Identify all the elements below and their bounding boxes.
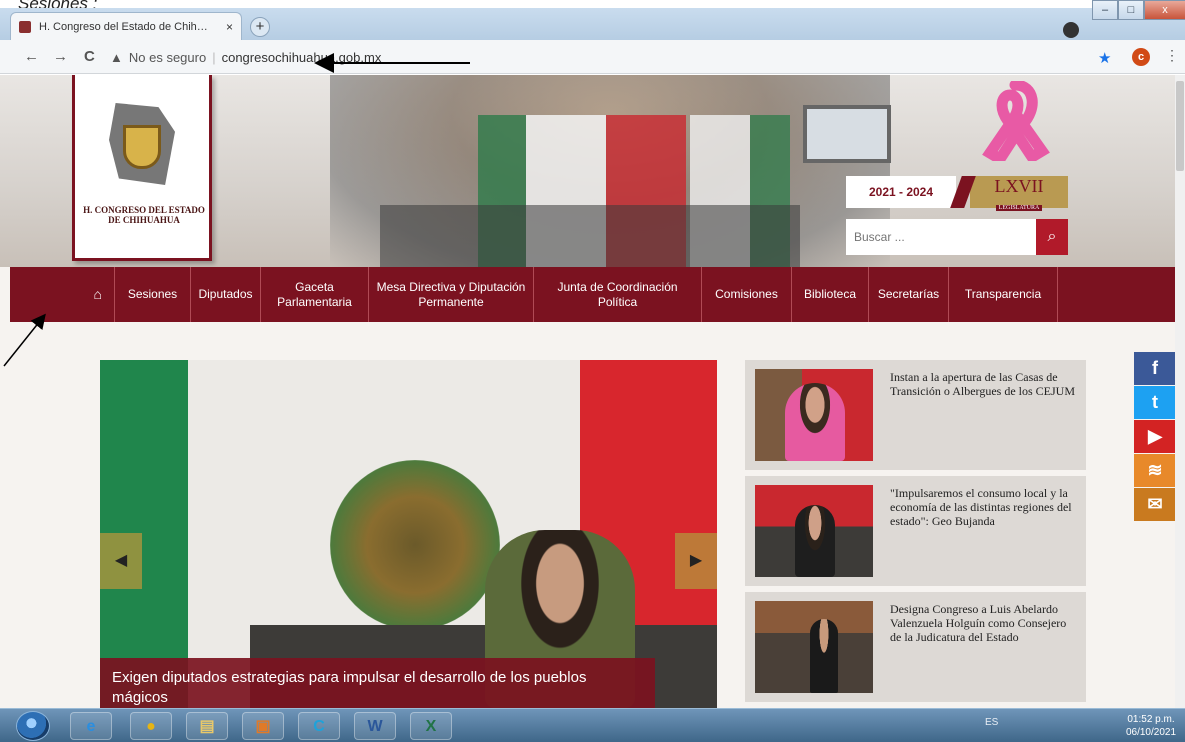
new-tab-button[interactable]: + bbox=[250, 17, 270, 37]
excel-icon[interactable]: X bbox=[410, 712, 452, 740]
powerpoint-icon[interactable]: ▣ bbox=[242, 712, 284, 740]
bookmark-star-icon[interactable]: ★ bbox=[1098, 49, 1111, 67]
url-text[interactable]: congresochihuahua.gob.mx bbox=[222, 50, 382, 65]
security-status[interactable]: No es seguro bbox=[129, 50, 206, 65]
screenshot-root: Sesiones : H. Congreso del Estado de Chi… bbox=[0, 0, 1185, 742]
search-input[interactable] bbox=[846, 219, 1036, 255]
nav-item-junta[interactable]: Junta de Coordinación Política bbox=[534, 267, 702, 322]
nav-item-diputados[interactable]: Diputados bbox=[191, 267, 261, 322]
nav-item-mesa-directiva[interactable]: Mesa Directiva y Diputación Permanente bbox=[369, 267, 534, 322]
maximize-button[interactable]: □ bbox=[1118, 0, 1144, 20]
news-thumbnail[interactable] bbox=[755, 485, 873, 577]
slider-prev-button[interactable]: ◀ bbox=[100, 533, 142, 589]
extension-icon[interactable] bbox=[1063, 22, 1079, 38]
nav-item-biblioteca[interactable]: Biblioteca bbox=[792, 267, 869, 322]
chamber-seats bbox=[380, 205, 800, 267]
nav-item-sesiones[interactable]: Sesiones bbox=[115, 267, 191, 322]
start-button[interactable] bbox=[16, 711, 50, 741]
close-window-button[interactable]: x bbox=[1144, 0, 1185, 20]
news-photo-person bbox=[810, 619, 838, 693]
website-viewport: H. CONGRESO DEL ESTADO DE CHIHUAHUA 2021… bbox=[0, 75, 1185, 708]
address-bar[interactable]: ▲ No es seguro | congresochihuahua.gob.m… bbox=[110, 46, 1070, 68]
congress-logo[interactable]: H. CONGRESO DEL ESTADO DE CHIHUAHUA bbox=[72, 75, 212, 261]
news-thumbnail[interactable] bbox=[755, 601, 873, 693]
legislatura-badge: 2021 - 2024 LXVII LEGISLATURA bbox=[846, 176, 1068, 211]
nav-item-secretarias[interactable]: Secretarías bbox=[869, 267, 949, 322]
facebook-icon[interactable]: f bbox=[1134, 352, 1176, 385]
news-title[interactable]: Designa Congreso a Luis Abelardo Valenzu… bbox=[890, 602, 1075, 644]
browser-menu-icon[interactable]: ⋮ bbox=[1165, 47, 1179, 64]
news-card[interactable]: Designa Congreso a Luis Abelardo Valenzu… bbox=[745, 592, 1086, 702]
tab-close-icon[interactable]: × bbox=[226, 20, 233, 34]
nav-item-transparencia[interactable]: Transparencia bbox=[949, 267, 1058, 322]
news-card[interactable]: "Impulsaremos el consumo local y la econ… bbox=[745, 476, 1086, 586]
word-icon[interactable]: W bbox=[354, 712, 396, 740]
pink-ribbon-icon bbox=[982, 81, 1050, 161]
youtube-icon[interactable]: ▶ bbox=[1134, 420, 1176, 453]
system-clock[interactable]: 01:52 p.m. 06/10/2021 bbox=[1125, 713, 1177, 739]
site-favicon-icon bbox=[19, 20, 31, 33]
news-title[interactable]: "Impulsaremos el consumo local y la econ… bbox=[890, 486, 1075, 528]
clock-time: 01:52 p.m. bbox=[1127, 714, 1175, 725]
news-title[interactable]: Instan a la apertura de las Casas de Tra… bbox=[890, 370, 1075, 398]
minimize-button[interactable]: – bbox=[1092, 0, 1118, 20]
news-thumbnail[interactable] bbox=[755, 369, 873, 461]
legislatura-label: LEGISLATURA bbox=[995, 205, 1043, 211]
scrollbar-thumb[interactable] bbox=[1176, 81, 1184, 171]
browser-tabbar: H. Congreso del Estado de Chih… × + bbox=[0, 8, 1185, 40]
edge-icon[interactable]: C bbox=[298, 712, 340, 740]
legislatura-number-box: LXVII LEGISLATURA bbox=[970, 176, 1068, 211]
nav-item-gaceta[interactable]: Gaceta Parlamentaria bbox=[261, 267, 369, 322]
legislatura-number: LXVII bbox=[994, 176, 1044, 196]
page-scrollbar[interactable] bbox=[1175, 75, 1185, 708]
coat-of-arms-icon bbox=[123, 125, 161, 169]
org-name: H. CONGRESO DEL ESTADO DE CHIHUAHUA bbox=[83, 205, 205, 225]
slide-eagle-emblem bbox=[330, 460, 500, 630]
browser-tab[interactable]: H. Congreso del Estado de Chih… × bbox=[10, 12, 242, 40]
file-explorer-icon[interactable]: ▤ bbox=[186, 712, 228, 740]
nav-item-comisiones[interactable]: Comisiones bbox=[702, 267, 792, 322]
back-button[interactable]: ← bbox=[24, 48, 39, 65]
news-card[interactable]: Instan a la apertura de las Casas de Tra… bbox=[745, 360, 1086, 470]
slide-headline[interactable]: Exigen diputados estrategias para impuls… bbox=[100, 658, 655, 708]
legislatura-years: 2021 - 2024 bbox=[846, 176, 956, 208]
news-photo-person bbox=[795, 505, 835, 577]
os-taskbar: e ● ▤ ▣ C W X ES 01:52 p.m. 06/10/2021 bbox=[0, 708, 1185, 742]
reload-button[interactable]: C bbox=[84, 48, 95, 65]
profile-avatar[interactable]: c bbox=[1132, 48, 1150, 66]
news-photo-person bbox=[785, 383, 845, 461]
ie-icon[interactable]: e bbox=[70, 712, 112, 740]
chamber-screen bbox=[803, 105, 891, 163]
chrome-icon[interactable]: ● bbox=[130, 712, 172, 740]
twitter-icon[interactable]: t bbox=[1134, 386, 1176, 419]
main-nav: ⌂ Sesiones Diputados Gaceta Parlamentari… bbox=[10, 267, 1175, 322]
nav-home-icon[interactable]: ⌂ bbox=[10, 267, 115, 322]
news-slider[interactable]: ◀ ▶ Exigen diputados estrategias para im… bbox=[100, 360, 717, 708]
tab-title: H. Congreso del Estado de Chih… bbox=[39, 20, 208, 33]
tray-language[interactable]: ES bbox=[985, 717, 998, 728]
rss-icon[interactable]: ≋ bbox=[1134, 454, 1176, 487]
header-banner: H. CONGRESO DEL ESTADO DE CHIHUAHUA 2021… bbox=[0, 75, 1175, 267]
social-links: f t ▶ ≋ ✉ bbox=[1134, 352, 1176, 522]
window-controls: – □ x bbox=[1092, 0, 1185, 22]
clock-date: 06/10/2021 bbox=[1125, 727, 1177, 738]
omnibox-divider: | bbox=[212, 49, 216, 65]
email-icon[interactable]: ✉ bbox=[1134, 488, 1176, 521]
search-button[interactable]: ⌕ bbox=[1036, 219, 1068, 255]
site-search: ⌕ bbox=[846, 219, 1068, 255]
slider-next-button[interactable]: ▶ bbox=[675, 533, 717, 589]
insecure-warning-icon[interactable]: ▲ bbox=[110, 50, 123, 65]
browser-toolbar: ← → C ▲ No es seguro | congresochihuahua… bbox=[0, 40, 1185, 74]
forward-button[interactable]: → bbox=[53, 48, 68, 65]
